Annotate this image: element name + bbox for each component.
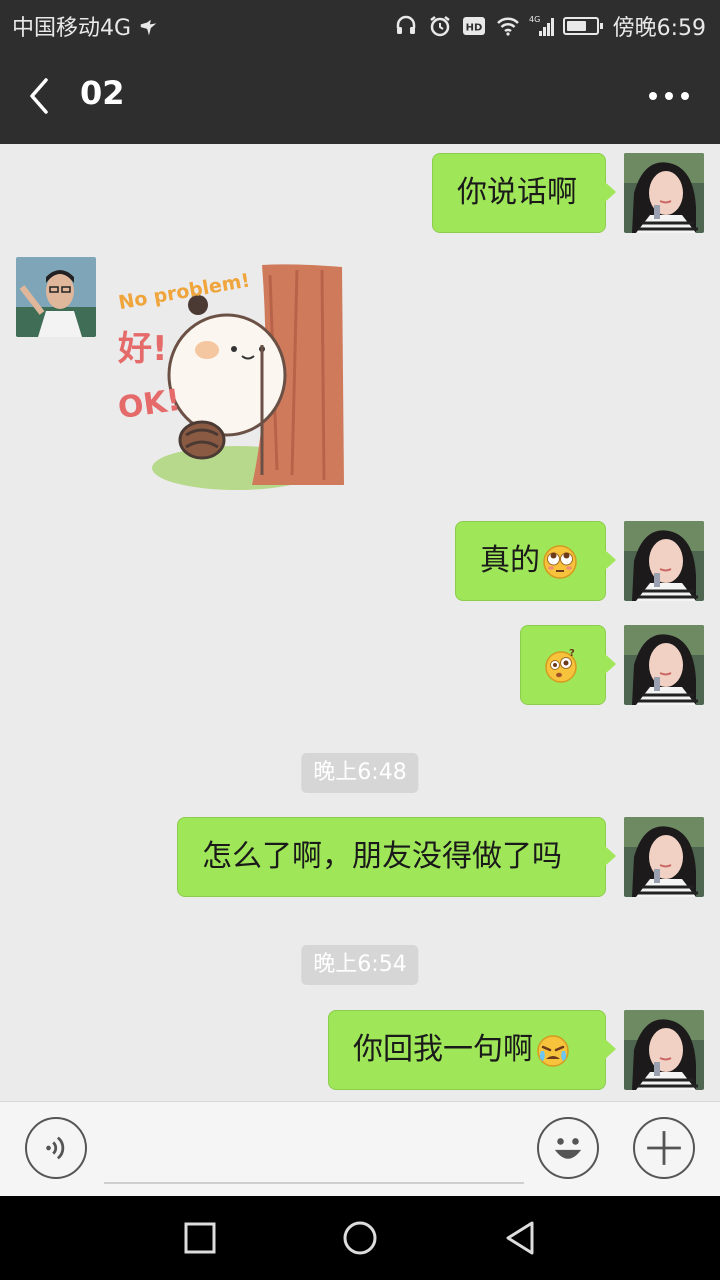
home-button[interactable] bbox=[340, 1218, 380, 1258]
triangle-back-icon bbox=[506, 1221, 534, 1255]
sticker-caption-3: OK! bbox=[116, 383, 183, 426]
message-bubble[interactable]: ? bbox=[520, 625, 616, 705]
message-bubble[interactable]: 你说话啊 bbox=[432, 153, 616, 233]
message-text: 怎么了啊，朋友没得做了吗 bbox=[202, 839, 562, 874]
wifi-icon bbox=[496, 17, 519, 36]
plus-icon bbox=[647, 1131, 681, 1165]
sticker-caption-1: No problem! bbox=[117, 269, 252, 314]
more-horizontal-icon bbox=[649, 92, 689, 100]
bird-icon bbox=[140, 19, 157, 36]
chat-area[interactable]: 你说话啊 No problem! 好! OK! 真的 ? 晚上6:48 怎么了啊… bbox=[0, 144, 720, 1101]
rolling-eyes-emoji bbox=[543, 544, 577, 579]
my-avatar[interactable] bbox=[624, 817, 704, 897]
voice-icon bbox=[46, 1136, 65, 1160]
battery-icon bbox=[562, 17, 603, 35]
hd-icon: HD bbox=[462, 17, 485, 35]
navigation-bar bbox=[0, 1196, 720, 1280]
title-bar: 02 bbox=[0, 48, 720, 144]
sticker-caption-2: 好! bbox=[117, 329, 168, 369]
message-text: 你说话啊 bbox=[457, 175, 577, 210]
message-bubble[interactable]: 真的 bbox=[455, 521, 616, 601]
sticker-image[interactable]: No problem! 好! OK! bbox=[112, 255, 352, 495]
network-label: 4G bbox=[529, 15, 540, 24]
svg-text:?: ? bbox=[569, 648, 575, 659]
message-bubble[interactable]: 你回我一句啊 bbox=[328, 1010, 616, 1090]
chat-title: 02 bbox=[80, 74, 125, 112]
message-text: 你回我一句啊 bbox=[353, 1032, 533, 1067]
crying-emoji bbox=[537, 1034, 569, 1067]
chevron-left-icon bbox=[30, 78, 48, 114]
voice-button[interactable] bbox=[25, 1117, 87, 1179]
battery-fill bbox=[566, 21, 587, 31]
circle-icon bbox=[343, 1221, 377, 1255]
alarm-icon bbox=[429, 16, 450, 37]
clock: 傍晚6:59 bbox=[612, 16, 706, 41]
back-button[interactable] bbox=[20, 76, 60, 116]
my-avatar[interactable] bbox=[624, 1010, 704, 1090]
smiley-icon bbox=[554, 1138, 582, 1159]
timestamp: 晚上6:48 bbox=[301, 753, 419, 793]
plus-button[interactable] bbox=[633, 1117, 695, 1179]
recent-apps-button[interactable] bbox=[180, 1218, 220, 1258]
back-nav-button[interactable] bbox=[500, 1218, 540, 1258]
confused-emoji: ? bbox=[545, 648, 577, 683]
status-bar: 中国移动4G HD 4G 傍晚6:59 bbox=[0, 0, 720, 48]
message-bubble[interactable]: 怎么了啊，朋友没得做了吗 bbox=[177, 817, 616, 897]
input-bar bbox=[0, 1101, 720, 1196]
svg-text:HD: HD bbox=[465, 23, 482, 34]
more-button[interactable] bbox=[644, 78, 694, 114]
my-avatar[interactable] bbox=[624, 625, 704, 705]
carrier-label: 中国移动4G bbox=[12, 16, 132, 41]
message-text: 真的 bbox=[480, 543, 540, 578]
friend-avatar[interactable] bbox=[16, 257, 96, 337]
status-right: HD 4G 傍晚6:59 bbox=[393, 10, 706, 42]
my-avatar[interactable] bbox=[624, 521, 704, 601]
headset-icon bbox=[396, 15, 415, 34]
square-icon bbox=[184, 1222, 216, 1254]
signal-icon: 4G bbox=[529, 15, 554, 36]
status-left: 中国移动4G bbox=[12, 10, 160, 42]
my-avatar[interactable] bbox=[624, 153, 704, 233]
emoji-button[interactable] bbox=[537, 1117, 599, 1179]
timestamp: 晚上6:54 bbox=[301, 945, 419, 985]
message-input[interactable] bbox=[104, 1122, 524, 1184]
